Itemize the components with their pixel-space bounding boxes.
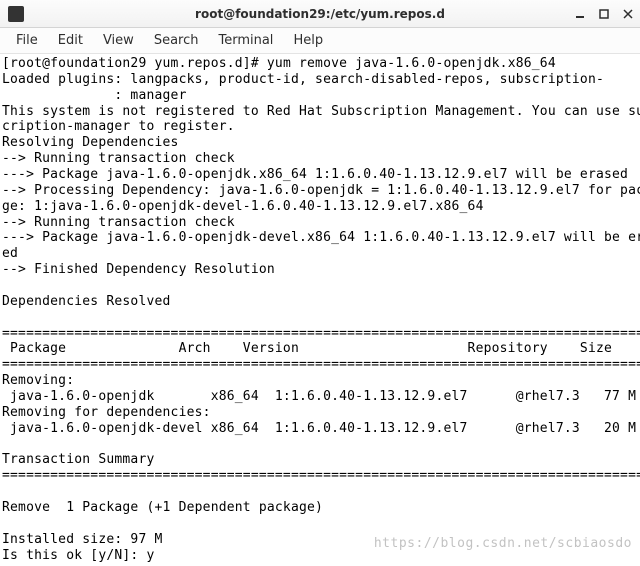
prompt: [root@foundation29 yum.repos.d]# [2, 56, 267, 71]
output-line: Installed size: 97 M [2, 532, 163, 547]
output-line: --> Finished Dependency Resolution [2, 262, 275, 277]
menubar: File Edit View Search Terminal Help [0, 28, 640, 54]
separator: ========================================… [2, 357, 640, 372]
table-header: Package Arch Version Repository Size [2, 341, 612, 356]
table-row: java-1.6.0-openjdk x86_64 1:1.6.0.40-1.1… [2, 389, 636, 404]
menu-file[interactable]: File [6, 29, 48, 52]
menu-search[interactable]: Search [144, 29, 209, 52]
output-line: Resolving Dependencies [2, 135, 179, 150]
maximize-icon [599, 9, 609, 19]
table-row: java-1.6.0-openjdk-devel x86_64 1:1.6.0.… [2, 421, 636, 436]
output-line: --> Processing Dependency: java-1.6.0-op… [2, 183, 640, 214]
terminal-output[interactable]: [root@foundation29 yum.repos.d]# yum rem… [0, 54, 640, 566]
menu-terminal[interactable]: Terminal [208, 29, 283, 52]
separator: ========================================… [2, 468, 640, 483]
output-line: Remove 1 Package (+1 Dependent package) [2, 500, 323, 515]
output-line: --> Running transaction check [2, 151, 235, 166]
terminal-app-icon [8, 6, 24, 22]
minimize-icon [575, 9, 585, 19]
output-line: --> Running transaction check [2, 215, 235, 230]
output-line: ---> Package java-1.6.0-openjdk.x86_64 1… [2, 167, 628, 182]
confirm-prompt: Is this ok [y/N]: y [2, 548, 155, 563]
output-line: Dependencies Resolved [2, 294, 171, 309]
separator: ========================================… [2, 326, 640, 341]
maximize-button[interactable] [598, 8, 610, 20]
window-titlebar: root@foundation29:/etc/yum.repos.d [0, 0, 640, 28]
section-label: Transaction Summary [2, 452, 155, 467]
close-icon [623, 9, 633, 19]
output-line: This system is not registered to Red Hat… [2, 104, 640, 135]
menu-edit[interactable]: Edit [48, 29, 93, 52]
section-label: Removing for dependencies: [2, 405, 211, 420]
output-line: : manager [2, 88, 187, 103]
menu-help[interactable]: Help [283, 29, 333, 52]
window-title: root@foundation29:/etc/yum.repos.d [195, 7, 445, 21]
close-button[interactable] [622, 8, 634, 20]
section-label: Removing: [2, 373, 74, 388]
output-line: Loaded plugins: langpacks, product-id, s… [2, 72, 604, 87]
command-text: yum remove java-1.6.0-openjdk.x86_64 [267, 56, 556, 71]
minimize-button[interactable] [574, 8, 586, 20]
output-line: ---> Package java-1.6.0-openjdk-devel.x8… [2, 230, 640, 261]
menu-view[interactable]: View [93, 29, 144, 52]
window-controls [574, 8, 634, 20]
